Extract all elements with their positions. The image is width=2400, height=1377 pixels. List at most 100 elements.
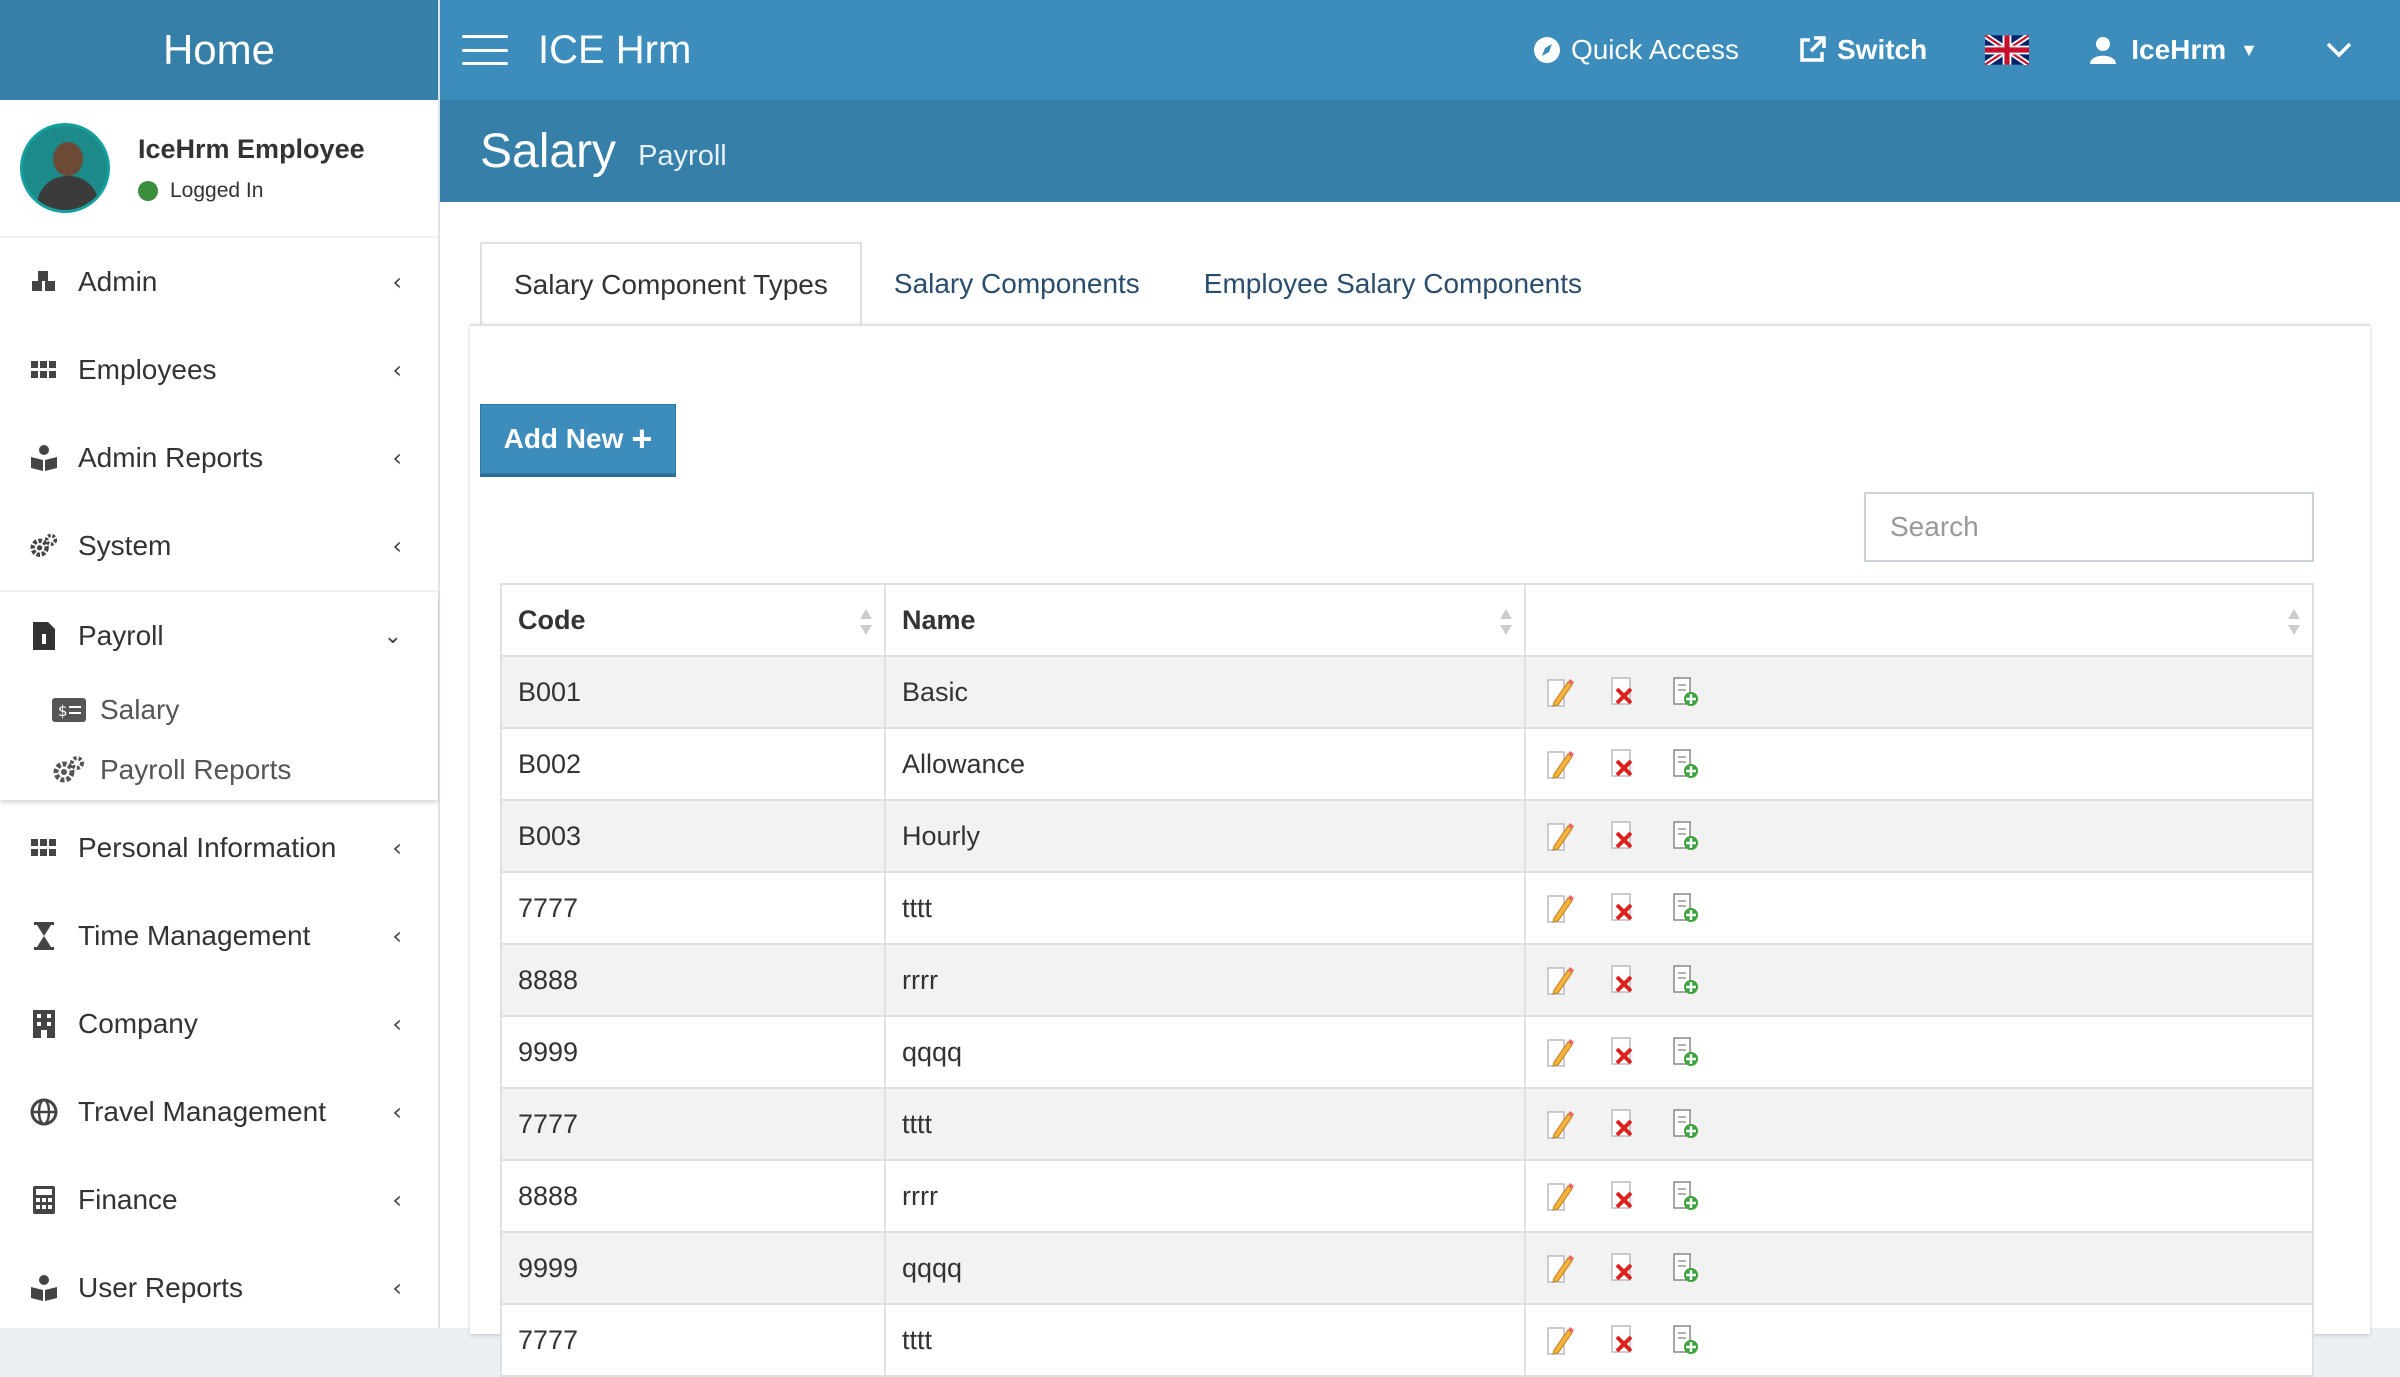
delete-icon[interactable] bbox=[1606, 675, 1640, 709]
edit-icon[interactable] bbox=[1544, 1323, 1578, 1357]
cell-actions bbox=[1524, 1159, 2314, 1233]
sidebar-subitem-label: Payroll Reports bbox=[100, 754, 292, 785]
edit-icon[interactable] bbox=[1544, 1035, 1578, 1069]
sidebar-item-label: Personal Information bbox=[78, 832, 337, 863]
home-logo[interactable]: Home bbox=[0, 0, 438, 100]
sidebar-item-company[interactable]: Company ‹ bbox=[0, 980, 438, 1068]
edit-icon[interactable] bbox=[1544, 819, 1578, 853]
edit-icon[interactable] bbox=[1544, 675, 1578, 709]
chevron-down-icon: ⌄ bbox=[383, 623, 402, 649]
sidebar-subitem-payroll-reports[interactable]: Payroll Reports bbox=[0, 740, 438, 800]
edit-icon[interactable] bbox=[1544, 1251, 1578, 1285]
plus-icon: + bbox=[631, 418, 653, 459]
cell-name: qqqq bbox=[884, 1015, 1526, 1089]
svg-text:$: $ bbox=[58, 702, 68, 720]
copy-add-icon[interactable] bbox=[1668, 1323, 1702, 1357]
delete-icon[interactable] bbox=[1606, 1179, 1640, 1213]
search-input[interactable] bbox=[1864, 492, 2314, 562]
table-header-row: Code Name bbox=[500, 583, 2314, 657]
tab-salary-components[interactable]: Salary Components bbox=[862, 242, 1172, 326]
chevron-left-icon: ‹ bbox=[392, 268, 402, 296]
copy-add-icon[interactable] bbox=[1668, 1107, 1702, 1141]
copy-add-icon[interactable] bbox=[1668, 747, 1702, 781]
cubes-icon bbox=[30, 268, 58, 296]
sidebar-item-admin-reports[interactable]: Admin Reports ‹ bbox=[0, 414, 438, 502]
chevron-left-icon: ‹ bbox=[392, 1274, 402, 1302]
delete-icon[interactable] bbox=[1606, 747, 1640, 781]
user-panel: IceHrm Employee Logged In bbox=[0, 100, 438, 238]
edit-icon[interactable] bbox=[1544, 1179, 1578, 1213]
hamburger-menu-icon[interactable] bbox=[462, 35, 508, 65]
switch-link[interactable]: Switch bbox=[1797, 34, 1927, 66]
sidebar-item-label: Finance bbox=[78, 1184, 178, 1215]
cell-actions bbox=[1524, 871, 2314, 945]
copy-add-icon[interactable] bbox=[1668, 1179, 1702, 1213]
copy-add-icon[interactable] bbox=[1668, 675, 1702, 709]
sidebar-menu-lower: Personal Information ‹ Time Management ‹… bbox=[0, 804, 438, 1332]
cogs-icon bbox=[30, 532, 58, 560]
delete-icon[interactable] bbox=[1606, 891, 1640, 925]
delete-icon[interactable] bbox=[1606, 963, 1640, 997]
edit-icon[interactable] bbox=[1544, 747, 1578, 781]
sidebar-item-system[interactable]: System ‹ bbox=[0, 502, 438, 590]
copy-add-icon[interactable] bbox=[1668, 819, 1702, 853]
delete-icon[interactable] bbox=[1606, 1251, 1640, 1285]
content-header: Salary Payroll bbox=[440, 100, 2400, 202]
copy-add-icon[interactable] bbox=[1668, 891, 1702, 925]
sidebar-item-label: Admin bbox=[78, 266, 158, 297]
book-reader-icon bbox=[30, 444, 58, 472]
tab-salary-component-types[interactable]: Salary Component Types bbox=[480, 242, 862, 326]
copy-add-icon[interactable] bbox=[1668, 963, 1702, 997]
uk-flag-icon[interactable] bbox=[1983, 32, 2031, 68]
file-invoice-icon bbox=[30, 622, 58, 650]
status-label: Logged In bbox=[170, 178, 264, 202]
sidebar-item-employees[interactable]: Employees ‹ bbox=[0, 326, 438, 414]
copy-add-icon[interactable] bbox=[1668, 1251, 1702, 1285]
switch-label: Switch bbox=[1837, 34, 1928, 65]
sidebar-item-finance[interactable]: Finance ‹ bbox=[0, 1156, 438, 1244]
sidebar-item-travel-management[interactable]: Travel Management ‹ bbox=[0, 1068, 438, 1156]
cell-actions bbox=[1524, 1231, 2314, 1305]
sidebar-item-label: Company bbox=[78, 1008, 198, 1039]
page-title: Salary bbox=[480, 124, 617, 178]
edit-icon[interactable] bbox=[1544, 963, 1578, 997]
delete-icon[interactable] bbox=[1606, 819, 1640, 853]
column-header-code[interactable]: Code bbox=[500, 583, 886, 657]
table-row: 7777 tttt bbox=[500, 871, 2314, 945]
sidebar-subitem-salary[interactable]: $ Salary bbox=[0, 680, 438, 740]
page-subtitle: Payroll bbox=[638, 139, 727, 172]
edit-icon[interactable] bbox=[1544, 891, 1578, 925]
chevron-down-icon[interactable] bbox=[2326, 42, 2352, 58]
calculator-icon bbox=[30, 1186, 58, 1214]
column-header-actions[interactable] bbox=[1524, 583, 2314, 657]
table-row: 8888 rrrr bbox=[500, 1159, 2314, 1233]
sidebar-item-admin[interactable]: Admin ‹ bbox=[0, 238, 438, 326]
sidebar-item-personal-information[interactable]: Personal Information ‹ bbox=[0, 804, 438, 892]
chevron-left-icon: ‹ bbox=[392, 834, 402, 862]
sidebar-item-user-reports[interactable]: User Reports ‹ bbox=[0, 1244, 438, 1332]
top-navbar: ICE Hrm Quick Access Switch IceHrm ▼ bbox=[440, 0, 2400, 100]
sort-icon bbox=[860, 609, 872, 635]
compass-icon bbox=[1533, 36, 1561, 64]
quick-access-link[interactable]: Quick Access bbox=[1533, 34, 1739, 66]
delete-icon[interactable] bbox=[1606, 1323, 1640, 1357]
column-header-name[interactable]: Name bbox=[884, 583, 1526, 657]
edit-icon[interactable] bbox=[1544, 1107, 1578, 1141]
add-new-button[interactable]: Add New + bbox=[480, 404, 676, 474]
sidebar-item-payroll[interactable]: Payroll ⌄ bbox=[0, 592, 438, 680]
user-dropdown[interactable]: IceHrm ▼ bbox=[2089, 34, 2258, 66]
delete-icon[interactable] bbox=[1606, 1107, 1640, 1141]
cell-name: rrrr bbox=[884, 1159, 1526, 1233]
cell-actions bbox=[1524, 1015, 2314, 1089]
cogs-icon bbox=[52, 756, 86, 784]
cell-code: B003 bbox=[500, 799, 886, 873]
sidebar-item-time-management[interactable]: Time Management ‹ bbox=[0, 892, 438, 980]
chevron-left-icon: ‹ bbox=[392, 356, 402, 384]
salary-component-types-table: Code Name B001 Basic B002 Allowance B003… bbox=[500, 583, 2314, 1377]
money-bill-icon: $ bbox=[52, 696, 86, 724]
grid-icon bbox=[30, 356, 58, 384]
tab-employee-salary-components[interactable]: Employee Salary Components bbox=[1172, 242, 1614, 326]
delete-icon[interactable] bbox=[1606, 1035, 1640, 1069]
copy-add-icon[interactable] bbox=[1668, 1035, 1702, 1069]
cell-actions bbox=[1524, 943, 2314, 1017]
